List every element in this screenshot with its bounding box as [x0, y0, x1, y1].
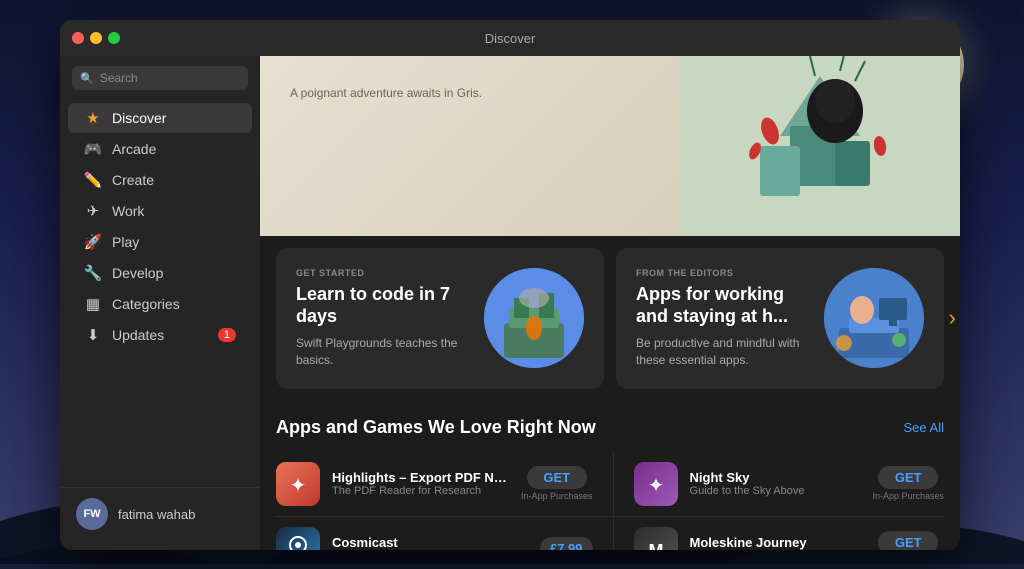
in-app-nightsky: In-App Purchases — [872, 491, 944, 501]
maximize-button[interactable] — [108, 32, 120, 44]
avatar: FW — [76, 498, 108, 530]
card-editors-picks[interactable]: FROM THE EDITORS Apps for working and st… — [616, 248, 944, 389]
svg-text:✦: ✦ — [647, 475, 664, 497]
search-bar[interactable]: 🔍 Search — [72, 66, 248, 90]
hero-illustration — [680, 56, 960, 236]
app-name-nightsky: Night Sky — [690, 470, 861, 485]
card-editors-text: FROM THE EDITORS Apps for working and st… — [636, 268, 808, 369]
sidebar-item-work[interactable]: ✈ Work — [68, 196, 252, 226]
get-button-highlights[interactable]: GET — [527, 466, 587, 489]
card-editors-desc: Be productive and mindful with these ess… — [636, 335, 808, 369]
discover-icon: ★ — [84, 109, 102, 127]
sidebar-item-updates[interactable]: ⬇ Updates 1 — [68, 320, 252, 350]
develop-icon: 🔧 — [84, 264, 102, 282]
app-icon-moleskine: M — [634, 527, 678, 550]
app-action-moleskine: GET In-App Purchases — [872, 531, 944, 550]
sidebar-item-categories-label: Categories — [112, 296, 236, 312]
work-icon: ✈ — [84, 202, 102, 220]
app-action-nightsky: GET In-App Purchases — [872, 466, 944, 501]
sidebar-item-work-label: Work — [112, 203, 236, 219]
card-learn-desc: Swift Playgrounds teaches the basics. — [296, 335, 468, 369]
app-name-cosmicast: Cosmicast — [332, 535, 528, 550]
hero-banner: A poignant adventure awaits in Gris. — [260, 56, 960, 236]
sidebar-item-discover[interactable]: ★ Discover — [68, 103, 252, 133]
main-content: A poignant adventure awaits in Gris. — [260, 56, 960, 550]
apps-section: Apps and Games We Love Right Now See All… — [260, 401, 960, 550]
card-editors-tag: FROM THE EDITORS — [636, 268, 808, 278]
app-row-moleskine: M Moleskine Journey Design your vision e… — [613, 517, 944, 550]
window-title: Discover — [485, 31, 536, 46]
svg-text:✦: ✦ — [290, 475, 307, 497]
app-icon-cosmicast — [276, 527, 320, 550]
app-action-cosmicast: £7.99 — [540, 537, 593, 550]
card-learn-text: GET STARTED Learn to code in 7 days Swif… — [296, 268, 468, 369]
app-row-highlights: ✦ Highlights – Export PDF Notes The PDF … — [276, 452, 613, 517]
sidebar-item-discover-label: Discover — [112, 110, 236, 126]
window-body: 🔍 Search ★ Discover 🎮 Arcade ✏️ Create ✈ — [60, 56, 960, 550]
sidebar-item-develop-label: Develop — [112, 265, 236, 281]
app-info-cosmicast: Cosmicast Beautiful podcast player — [332, 535, 528, 550]
svg-text:M: M — [648, 541, 663, 550]
search-icon: 🔍 — [80, 72, 94, 85]
sidebar-item-create[interactable]: ✏️ Create — [68, 165, 252, 195]
sidebar-item-arcade[interactable]: 🎮 Arcade — [68, 134, 252, 164]
app-window: Discover 🔍 Search ★ Discover 🎮 Arcade ✏️ — [60, 20, 960, 550]
close-button[interactable] — [72, 32, 84, 44]
card-learn-to-code[interactable]: GET STARTED Learn to code in 7 days Swif… — [276, 248, 604, 389]
search-placeholder: Search — [100, 71, 138, 85]
sidebar-item-categories[interactable]: ▦ Categories — [68, 289, 252, 319]
create-icon: ✏️ — [84, 171, 102, 189]
card-editors-title: Apps for working and staying at h... — [636, 284, 808, 327]
apps-header: Apps and Games We Love Right Now See All — [276, 417, 944, 438]
nav-items: ★ Discover 🎮 Arcade ✏️ Create ✈ Work 🚀 — [60, 102, 260, 487]
see-all-button[interactable]: See All — [904, 420, 944, 435]
sidebar: 🔍 Search ★ Discover 🎮 Arcade ✏️ Create ✈ — [60, 56, 260, 550]
sidebar-item-create-label: Create — [112, 172, 236, 188]
chevron-right-icon[interactable]: › — [949, 305, 956, 331]
apps-grid: ✦ Highlights – Export PDF Notes The PDF … — [276, 452, 944, 550]
user-profile[interactable]: FW fatima wahab — [60, 487, 260, 540]
card-learn-tag: GET STARTED — [296, 268, 468, 278]
app-row-nightsky: ✦ Night Sky Guide to the Sky Above GET I… — [613, 452, 944, 517]
in-app-highlights: In-App Purchases — [521, 491, 593, 501]
get-button-moleskine[interactable]: GET — [878, 531, 938, 550]
app-info-highlights: Highlights – Export PDF Notes The PDF Re… — [332, 470, 509, 497]
sidebar-item-develop[interactable]: 🔧 Develop — [68, 258, 252, 288]
minimize-button[interactable] — [90, 32, 102, 44]
app-row-cosmicast: Cosmicast Beautiful podcast player £7.99 — [276, 517, 613, 550]
card-learn-title: Learn to code in 7 days — [296, 284, 468, 327]
sidebar-item-play-label: Play — [112, 234, 236, 250]
app-info-nightsky: Night Sky Guide to the Sky Above — [690, 470, 861, 497]
sidebar-item-arcade-label: Arcade — [112, 141, 236, 157]
app-name-highlights: Highlights – Export PDF Notes — [332, 470, 509, 485]
user-name: fatima wahab — [118, 507, 195, 522]
title-bar: Discover — [60, 20, 960, 56]
app-icon-highlights: ✦ — [276, 462, 320, 506]
categories-icon: ▦ — [84, 295, 102, 313]
card-editors-thumb — [824, 268, 924, 368]
app-icon-nightsky: ✦ — [634, 462, 678, 506]
get-button-nightsky[interactable]: GET — [878, 466, 938, 489]
sidebar-item-updates-label: Updates — [112, 327, 208, 343]
arcade-icon: 🎮 — [84, 140, 102, 158]
app-name-moleskine: Moleskine Journey — [690, 535, 861, 550]
feature-cards: GET STARTED Learn to code in 7 days Swif… — [260, 236, 960, 401]
play-icon: 🚀 — [84, 233, 102, 251]
updates-badge: 1 — [218, 328, 236, 342]
traffic-lights — [72, 32, 120, 44]
updates-icon: ⬇ — [84, 326, 102, 344]
card-learn-thumb — [484, 268, 584, 368]
app-action-highlights: GET In-App Purchases — [521, 466, 593, 501]
sidebar-item-play[interactable]: 🚀 Play — [68, 227, 252, 257]
price-button-cosmicast[interactable]: £7.99 — [540, 537, 593, 550]
app-desc-highlights: The PDF Reader for Research — [332, 485, 509, 497]
app-info-moleskine: Moleskine Journey Design your vision eve… — [690, 535, 861, 550]
apps-section-title: Apps and Games We Love Right Now — [276, 417, 596, 438]
app-desc-nightsky: Guide to the Sky Above — [690, 485, 861, 497]
